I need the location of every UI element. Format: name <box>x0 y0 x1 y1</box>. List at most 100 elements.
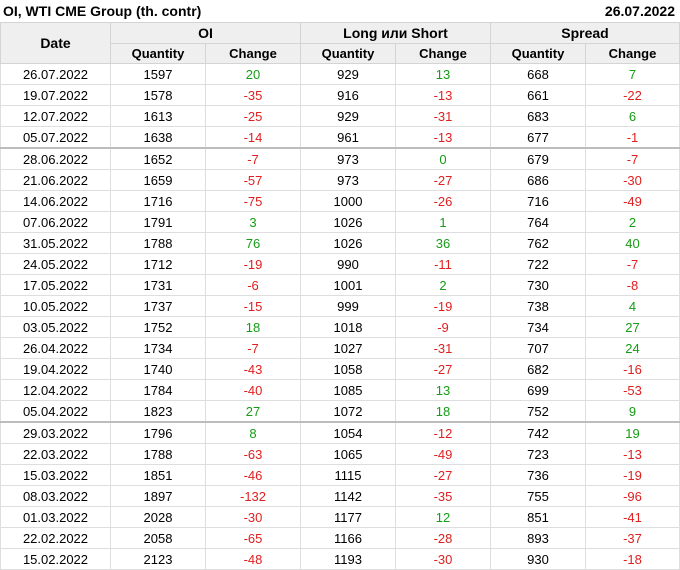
cell-date: 19.07.2022 <box>0 84 111 106</box>
cell-spread-change: 27 <box>585 316 680 338</box>
cell-oi-quantity: 1734 <box>110 337 206 359</box>
cell-date: 24.05.2022 <box>0 253 111 275</box>
cell-spread-change: 19 <box>585 421 680 444</box>
cell-oi-change: -65 <box>205 527 301 549</box>
cell-ls-quantity: 990 <box>300 253 396 275</box>
table-row: 31.05.2022 1788 76 1026 36 762 40 <box>0 232 680 254</box>
cell-ls-quantity: 1115 <box>300 464 396 486</box>
cell-oi-quantity: 1796 <box>110 421 206 444</box>
cell-oi-change: 27 <box>205 400 301 423</box>
cell-oi-quantity: 1578 <box>110 84 206 106</box>
cell-ls-quantity: 916 <box>300 84 396 106</box>
cell-oi-change: -43 <box>205 358 301 380</box>
oi-table: Date OI Long или Short Spread Quantity C… <box>0 22 680 570</box>
cell-ls-quantity: 1018 <box>300 316 396 338</box>
cell-date: 07.06.2022 <box>0 211 111 233</box>
cell-ls-change: -49 <box>395 443 491 465</box>
column-header-oi-change: Change <box>205 43 301 64</box>
cell-spread-quantity: 742 <box>490 421 586 444</box>
cell-spread-quantity: 851 <box>490 506 586 528</box>
cell-ls-quantity: 973 <box>300 147 396 170</box>
report-date: 26.07.2022 <box>604 3 675 19</box>
cell-date: 26.04.2022 <box>0 337 111 359</box>
cell-oi-quantity: 1737 <box>110 295 206 317</box>
table-row: 15.02.2022 2123 -48 1193 -30 930 -18 <box>0 548 680 570</box>
table-row: 17.05.2022 1731 -6 1001 2 730 -8 <box>0 274 680 296</box>
cell-date: 01.03.2022 <box>0 506 111 528</box>
cell-ls-change: -26 <box>395 190 491 212</box>
cell-ls-change: -30 <box>395 548 491 570</box>
column-header-spread-quantity: Quantity <box>490 43 586 64</box>
cell-spread-quantity: 716 <box>490 190 586 212</box>
cell-date: 21.06.2022 <box>0 169 111 191</box>
cell-spread-change: 40 <box>585 232 680 254</box>
cell-ls-change: -13 <box>395 84 491 106</box>
cell-spread-quantity: 679 <box>490 147 586 170</box>
cell-ls-quantity: 1072 <box>300 400 396 423</box>
table-row: 28.06.2022 1652 -7 973 0 679 -7 <box>0 147 680 170</box>
cell-spread-quantity: 677 <box>490 126 586 149</box>
cell-ls-quantity: 929 <box>300 105 396 127</box>
cell-ls-change: -31 <box>395 337 491 359</box>
cell-oi-change: -46 <box>205 464 301 486</box>
table-row: 26.04.2022 1734 -7 1027 -31 707 24 <box>0 337 680 359</box>
cell-ls-change: -35 <box>395 485 491 507</box>
cell-oi-change: -15 <box>205 295 301 317</box>
cell-spread-change: -96 <box>585 485 680 507</box>
page-title: OI, WTI CME Group (th. contr) <box>3 3 202 19</box>
cell-ls-quantity: 1085 <box>300 379 396 401</box>
cell-date: 22.03.2022 <box>0 443 111 465</box>
cell-date: 19.04.2022 <box>0 358 111 380</box>
cell-spread-quantity: 762 <box>490 232 586 254</box>
cell-spread-change: -53 <box>585 379 680 401</box>
cell-oi-quantity: 1897 <box>110 485 206 507</box>
cell-spread-quantity: 668 <box>490 63 586 85</box>
cell-oi-quantity: 1712 <box>110 253 206 275</box>
cell-oi-quantity: 1791 <box>110 211 206 233</box>
cell-spread-change: -8 <box>585 274 680 296</box>
cell-oi-quantity: 1788 <box>110 232 206 254</box>
cell-ls-quantity: 929 <box>300 63 396 85</box>
cell-oi-quantity: 1659 <box>110 169 206 191</box>
cell-ls-quantity: 1054 <box>300 421 396 444</box>
cell-oi-change: -35 <box>205 84 301 106</box>
cell-spread-quantity: 736 <box>490 464 586 486</box>
cell-date: 14.06.2022 <box>0 190 111 212</box>
title-bar: OI, WTI CME Group (th. contr) 26.07.2022 <box>0 0 680 22</box>
cell-spread-quantity: 930 <box>490 548 586 570</box>
table-row: 24.05.2022 1712 -19 990 -11 722 -7 <box>0 253 680 275</box>
cell-ls-change: 13 <box>395 63 491 85</box>
column-header-ls-quantity: Quantity <box>300 43 396 64</box>
table-row: 05.07.2022 1638 -14 961 -13 677 -1 <box>0 126 680 149</box>
cell-ls-change: -31 <box>395 105 491 127</box>
cell-oi-change: 3 <box>205 211 301 233</box>
cell-spread-change: -16 <box>585 358 680 380</box>
group-header-spread: Spread <box>490 22 680 44</box>
cell-oi-quantity: 2028 <box>110 506 206 528</box>
cell-spread-change: -30 <box>585 169 680 191</box>
cell-oi-change: -75 <box>205 190 301 212</box>
cell-spread-quantity: 699 <box>490 379 586 401</box>
cell-spread-quantity: 722 <box>490 253 586 275</box>
cell-oi-quantity: 1823 <box>110 400 206 423</box>
cell-oi-quantity: 1652 <box>110 147 206 170</box>
cell-spread-quantity: 764 <box>490 211 586 233</box>
cell-oi-quantity: 1613 <box>110 105 206 127</box>
cell-ls-change: -11 <box>395 253 491 275</box>
cell-ls-quantity: 973 <box>300 169 396 191</box>
table-row: 29.03.2022 1796 8 1054 -12 742 19 <box>0 421 680 444</box>
cell-ls-quantity: 1177 <box>300 506 396 528</box>
cell-ls-quantity: 999 <box>300 295 396 317</box>
table-row: 21.06.2022 1659 -57 973 -27 686 -30 <box>0 169 680 191</box>
table-row: 19.04.2022 1740 -43 1058 -27 682 -16 <box>0 358 680 380</box>
cell-spread-change: 9 <box>585 400 680 423</box>
cell-oi-change: -6 <box>205 274 301 296</box>
cell-ls-quantity: 1193 <box>300 548 396 570</box>
cell-spread-change: -18 <box>585 548 680 570</box>
table-row: 07.06.2022 1791 3 1026 1 764 2 <box>0 211 680 233</box>
cell-oi-change: -19 <box>205 253 301 275</box>
table-row: 26.07.2022 1597 20 929 13 668 7 <box>0 63 680 85</box>
cell-ls-change: -28 <box>395 527 491 549</box>
cell-spread-change: -37 <box>585 527 680 549</box>
table-row: 01.03.2022 2028 -30 1177 12 851 -41 <box>0 506 680 528</box>
